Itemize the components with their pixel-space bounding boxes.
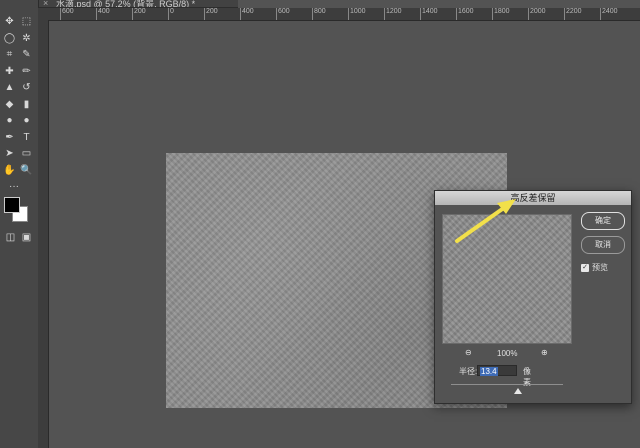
dialog-title[interactable]: 高反差保留 — [435, 191, 631, 205]
ruler-tick-label: 600 — [278, 8, 290, 15]
zoom-controls: ⊖ 100% ⊕ — [465, 348, 555, 359]
radius-slider-track[interactable] — [451, 384, 563, 385]
screen-mode-icon[interactable]: ▣ — [20, 231, 33, 244]
ruler-tick-label: 1200 — [386, 8, 402, 15]
shape-icon[interactable]: ▭ — [20, 147, 33, 160]
ruler-tick — [96, 8, 97, 20]
ruler-tick-label: 2400 — [602, 8, 618, 15]
lasso-icon[interactable]: ◯ — [3, 32, 16, 45]
ruler-tick-label: 1400 — [422, 8, 438, 15]
ruler-tick — [348, 8, 349, 20]
eyedropper-icon[interactable]: ✎ — [20, 48, 33, 61]
radius-slider-thumb[interactable] — [514, 388, 523, 394]
eraser-icon[interactable]: ◆ — [3, 98, 16, 111]
crop-icon[interactable]: ⌗ — [3, 48, 16, 61]
ruler-tick — [312, 8, 313, 20]
ruler-tick-label: 400 — [98, 8, 110, 15]
horizontal-ruler: 600 400 200 0 200 400 600 800 1000 1200 1400 1600 18… — [38, 8, 640, 21]
ruler-tick — [600, 8, 601, 20]
history-brush-icon[interactable]: ↺ — [20, 81, 33, 94]
marquee-icon[interactable]: ⬚ — [20, 15, 33, 28]
checkbox-checked-icon[interactable]: ✓ — [581, 263, 589, 272]
tools-panel: ✥ ⬚ ◯ ✲ ⌗ ✎ ✚ ✏ ▲ ↺ ◆ ▮ ● ● ✒ T ➤ ▭ ✋ 🔍 ··· ◫ ▣ — [0, 0, 39, 448]
high-pass-dialog: 高反差保留 确定 取消 ✓ 预览 ⊖ 100% ⊕ 半径: 13.4 像素 — [434, 190, 632, 404]
ruler-tick-label: 2000 — [530, 8, 546, 15]
pen-icon[interactable]: ✒ — [3, 131, 16, 144]
cancel-button[interactable]: 取消 — [581, 236, 625, 254]
path-select-icon[interactable]: ➤ — [3, 147, 16, 160]
ruler-tick — [420, 8, 421, 20]
document-tab[interactable]: × 水滴.psd @ 57.2% (背景, RGB/8) * — [38, 0, 238, 8]
ruler-tick-label: 1600 — [458, 8, 474, 15]
ruler-tick-label: 0 — [170, 8, 174, 15]
filter-preview[interactable] — [442, 214, 572, 344]
ruler-tick — [456, 8, 457, 20]
radius-input[interactable]: 13.4 — [477, 365, 517, 376]
ruler-tick — [384, 8, 385, 20]
quick-mask-icon[interactable]: ◫ — [4, 231, 17, 244]
ruler-tick — [204, 8, 205, 20]
close-tab-icon[interactable]: × — [43, 0, 48, 7]
ruler-tick — [492, 8, 493, 20]
vertical-ruler — [38, 20, 49, 448]
magic-wand-icon[interactable]: ✲ — [20, 32, 33, 45]
ruler-tick — [168, 8, 169, 20]
move-icon[interactable]: ✥ — [3, 15, 16, 28]
more-tools-icon[interactable]: ··· — [4, 180, 24, 193]
ruler-tick — [240, 8, 241, 20]
healing-brush-icon[interactable]: ✚ — [3, 65, 16, 78]
type-icon[interactable]: T — [20, 131, 33, 144]
ruler-tick — [60, 8, 61, 20]
dodge-icon[interactable]: ● — [20, 114, 33, 127]
zoom-in-icon[interactable]: ⊕ — [541, 348, 548, 357]
preview-label: 预览 — [592, 263, 608, 272]
zoom-icon[interactable]: 🔍 — [20, 164, 33, 177]
ruler-tick — [564, 8, 565, 20]
ruler-tick-label: 800 — [314, 8, 326, 15]
ruler-tick-label: 2200 — [566, 8, 582, 15]
zoom-out-icon[interactable]: ⊖ — [465, 348, 472, 357]
document-tab-title: 水滴.psd @ 57.2% (背景, RGB/8) * — [56, 0, 196, 8]
preview-checkbox[interactable]: ✓ 预览 — [581, 262, 608, 273]
ruler-tick-label: 600 — [62, 8, 74, 15]
ruler-tick-label: 200 — [206, 8, 218, 15]
hand-icon[interactable]: ✋ — [3, 164, 16, 177]
radius-label: 半径: — [459, 367, 478, 376]
ruler-tick — [276, 8, 277, 20]
brush-icon[interactable]: ✏ — [20, 65, 33, 78]
ruler-tick-label: 1800 — [494, 8, 510, 15]
ruler-tick — [528, 8, 529, 20]
foreground-color-swatch[interactable] — [4, 197, 20, 213]
zoom-level: 100% — [497, 349, 518, 358]
ruler-tick-label: 200 — [134, 8, 146, 15]
ruler-tick-label: 400 — [242, 8, 254, 15]
stamp-icon[interactable]: ▲ — [3, 81, 16, 94]
blur-icon[interactable]: ● — [3, 114, 16, 127]
ruler-tick-label: 1000 — [350, 8, 366, 15]
gradient-icon[interactable]: ▮ — [20, 98, 33, 111]
radius-value: 13.4 — [480, 367, 498, 376]
ok-button[interactable]: 确定 — [581, 212, 625, 230]
ruler-tick — [132, 8, 133, 20]
